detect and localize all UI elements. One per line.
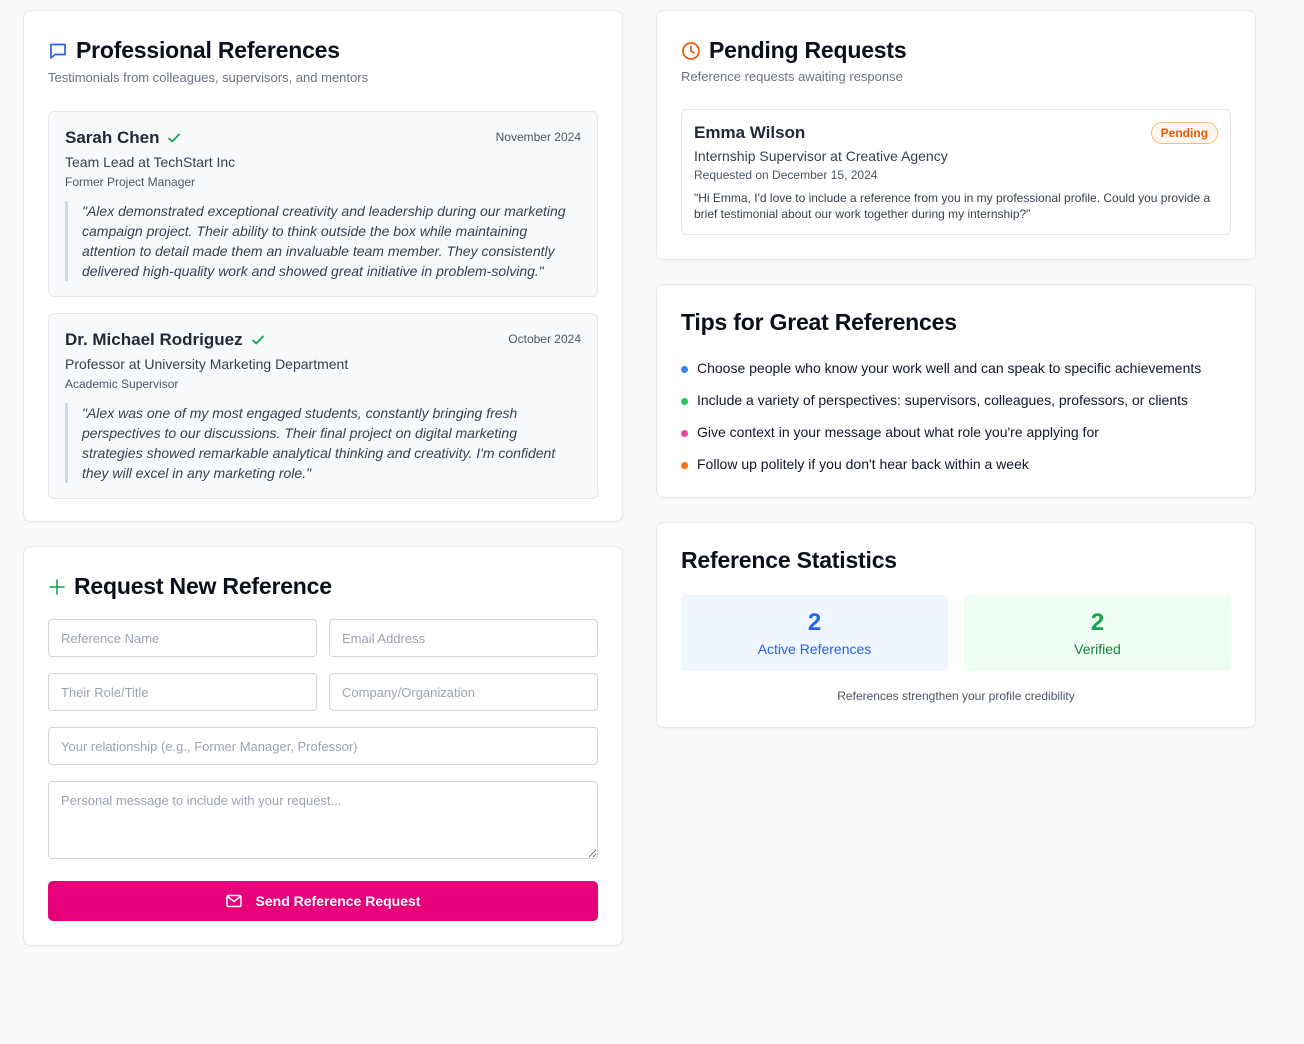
- email-address-input[interactable]: [329, 619, 598, 657]
- reference-quote: "Alex demonstrated exceptional creativit…: [65, 201, 581, 281]
- reference-date: November 2024: [495, 130, 581, 144]
- role-title-input[interactable]: [48, 673, 317, 711]
- reference-name: Sarah Chen: [65, 128, 160, 147]
- reference-relationship: Former Project Manager: [65, 175, 196, 189]
- active-references-label: Active References: [757, 641, 872, 657]
- tip-bullet: [681, 397, 688, 405]
- request-reference-card: Request New Reference Send Reference Req…: [23, 546, 623, 946]
- pending-requests-card: Pending Requests Reference requests awai…: [656, 10, 1256, 260]
- references-subtitle: Testimonials from colleagues, supervisor…: [48, 70, 369, 85]
- tip-bullet: [681, 365, 688, 373]
- reference-name: Dr. Michael Rodriguez: [65, 330, 243, 349]
- tips-card: Tips for Great References Choose people …: [656, 284, 1256, 498]
- tip-item: Include a variety of perspectives: super…: [681, 384, 1201, 416]
- tip-bullet: [681, 461, 688, 469]
- verified-label: Verified: [1074, 641, 1121, 657]
- statistics-footer: References strengthen your profile credi…: [837, 689, 1075, 703]
- chat-bubble-icon: [48, 41, 68, 61]
- pending-message: "Hi Emma, I'd love to include a referenc…: [694, 191, 1211, 221]
- reference-relationship: Academic Supervisor: [65, 377, 179, 391]
- plus-icon: [48, 578, 66, 596]
- reference-date: October 2024: [508, 332, 581, 346]
- pending-header: Pending Requests: [681, 37, 907, 64]
- pending-role: Internship Supervisor at Creative Agency: [694, 148, 948, 164]
- clock-icon: [681, 41, 701, 61]
- personal-message-textarea[interactable]: [48, 781, 598, 859]
- statistics-title: Reference Statistics: [681, 547, 897, 573]
- tip-item: Choose people who know your work well an…: [681, 352, 1201, 384]
- reference-quote: "Alex was one of my most engaged student…: [65, 403, 581, 483]
- tip-item: Follow up politely if you don't hear bac…: [681, 448, 1201, 480]
- tip-text: Give context in your message about what …: [697, 424, 1099, 440]
- company-input[interactable]: [329, 673, 598, 711]
- reference-statistics-card: Reference Statistics 2 Active References…: [656, 522, 1256, 728]
- request-title: Request New Reference: [74, 573, 332, 599]
- verified-check-icon: [167, 131, 181, 145]
- tip-bullet: [681, 429, 688, 437]
- pending-status-badge: Pending: [1150, 122, 1218, 144]
- reference-role: Professor at University Marketing Depart…: [65, 356, 349, 372]
- reference-name-input[interactable]: [48, 619, 317, 657]
- references-header: Professional References: [48, 37, 598, 64]
- active-references-stat: 2 Active References: [681, 595, 948, 671]
- tip-text: Follow up politely if you don't hear bac…: [697, 456, 1029, 472]
- request-header: Request New Reference: [48, 573, 332, 600]
- references-title: Professional References: [76, 37, 340, 63]
- tip-text: Choose people who know your work well an…: [697, 360, 1202, 376]
- pending-request-item: Emma Wilson Pending Internship Superviso…: [681, 109, 1231, 235]
- tips-list: Choose people who know your work well an…: [681, 352, 1201, 480]
- professional-references-card: Professional References Testimonials fro…: [23, 10, 623, 522]
- relationship-input[interactable]: [48, 727, 598, 765]
- pending-title: Pending Requests: [709, 37, 907, 63]
- tips-title: Tips for Great References: [681, 309, 957, 335]
- tip-item: Give context in your message about what …: [681, 416, 1201, 448]
- active-references-count: 2: [807, 609, 822, 636]
- verified-stat: 2 Verified: [964, 595, 1231, 671]
- pending-name: Emma Wilson: [694, 123, 806, 142]
- pending-requested-date: Requested on December 15, 2024: [694, 168, 878, 182]
- send-button-label: Send Reference Request: [255, 893, 421, 909]
- reference-item: Dr. Michael Rodriguez October 2024 Profe…: [48, 313, 598, 499]
- tip-text: Include a variety of perspectives: super…: [697, 392, 1189, 408]
- reference-item: Sarah Chen November 2024 Team Lead at Te…: [48, 111, 598, 297]
- mail-icon: [225, 894, 242, 908]
- pending-subtitle: Reference requests awaiting response: [681, 69, 903, 84]
- verified-check-icon: [251, 333, 265, 347]
- verified-count: 2: [1090, 609, 1105, 636]
- reference-role: Team Lead at TechStart Inc: [65, 154, 236, 170]
- send-reference-request-button[interactable]: Send Reference Request: [48, 881, 598, 921]
